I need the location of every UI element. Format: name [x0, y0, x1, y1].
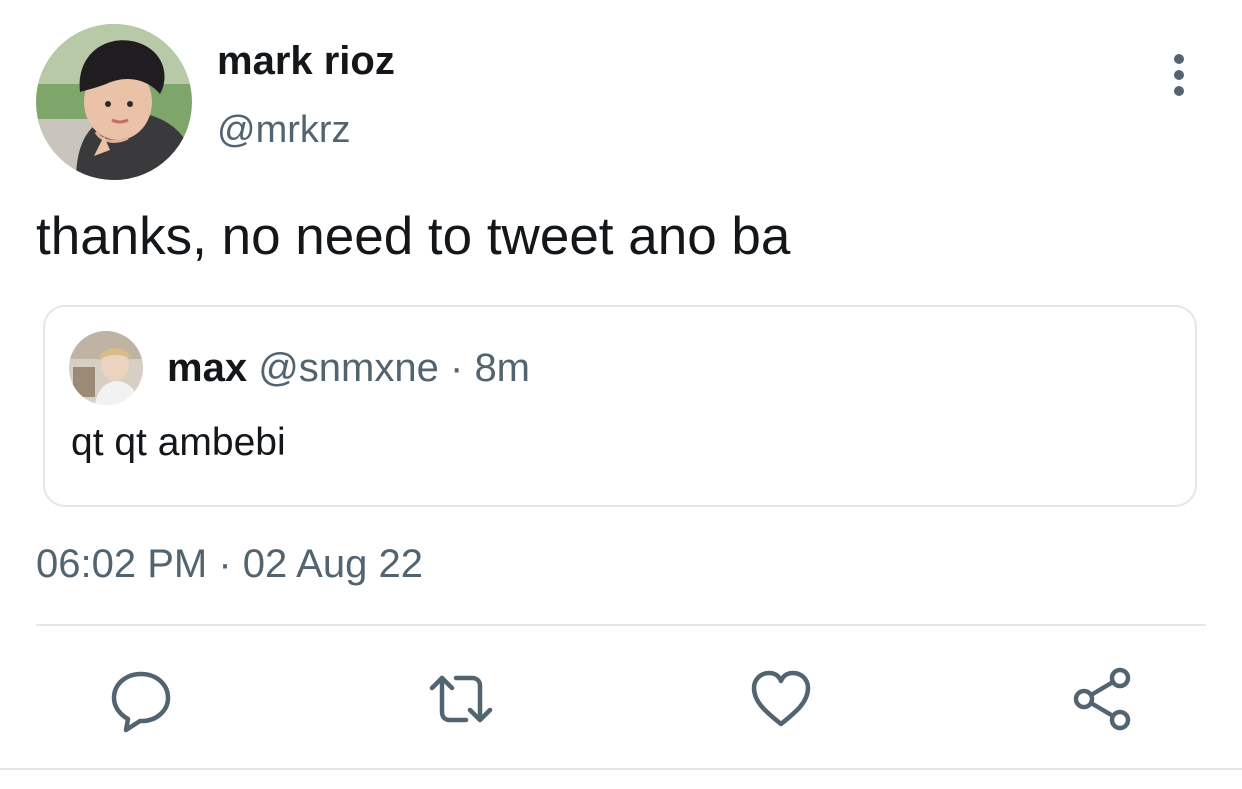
quoted-handle[interactable]: @snmxne [258, 346, 439, 390]
divider [0, 768, 1242, 770]
quoted-tweet-card[interactable]: max @snmxne · 8m qt qt ambebi [43, 305, 1197, 507]
heart-icon[interactable] [746, 664, 816, 734]
quoted-tweet-text: qt qt ambebi [71, 421, 286, 464]
tweet-timestamp[interactable]: 06:02 PM · 02 Aug 22 [36, 540, 423, 588]
divider [36, 624, 1206, 626]
tweet-text: thanks, no need to tweet ano ba [36, 207, 791, 266]
quoted-tweet-header: max @snmxne · 8m [167, 345, 530, 391]
reply-icon[interactable] [106, 664, 176, 734]
author-display-name[interactable]: mark rioz [217, 38, 395, 84]
quoted-separator: · [449, 346, 464, 390]
more-vertical-icon[interactable] [1158, 52, 1200, 98]
author-handle[interactable]: @mrkrz [217, 108, 351, 152]
quoted-display-name[interactable]: max [167, 346, 247, 390]
author-avatar[interactable] [36, 24, 192, 180]
quoted-author-avatar[interactable] [69, 331, 143, 405]
quoted-time: 8m [474, 346, 531, 390]
share-icon[interactable] [1068, 664, 1138, 734]
retweet-icon[interactable] [426, 664, 496, 734]
